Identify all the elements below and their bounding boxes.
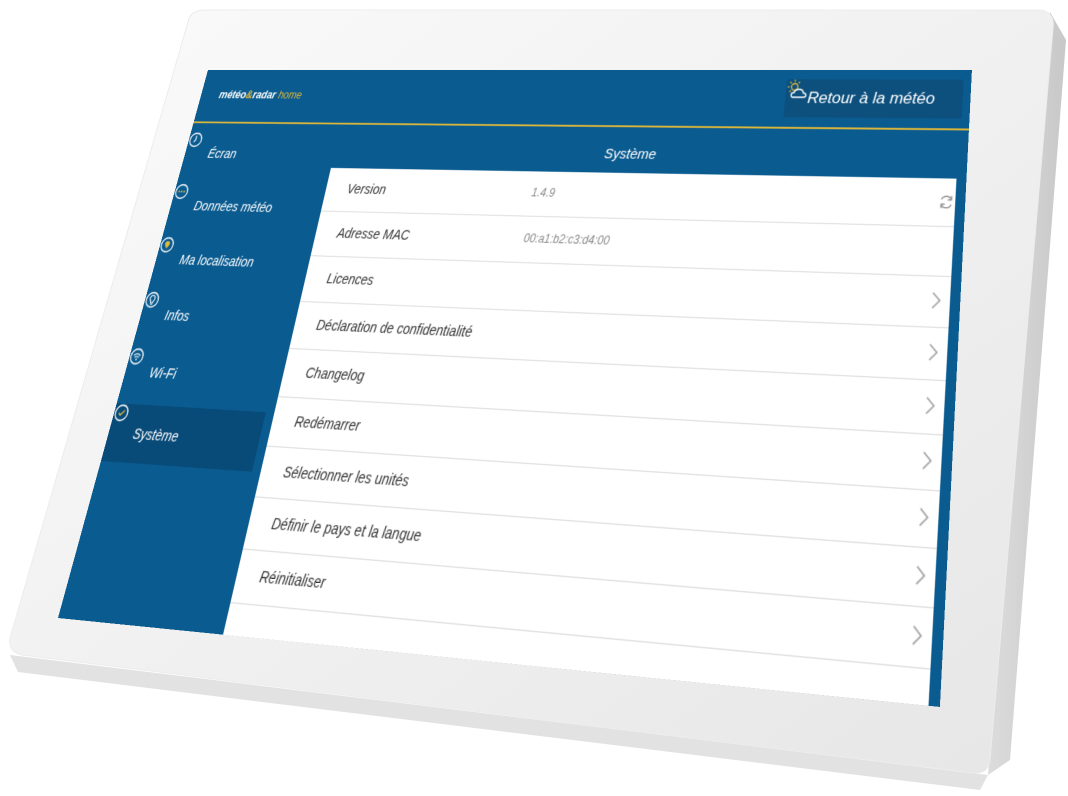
sidebar-item-label: Wi-Fi bbox=[147, 364, 179, 382]
back-to-weather-button[interactable]: Retour à la météo bbox=[783, 79, 964, 119]
system-settings-panel: Système Version 1.4.9 Adresse MAC 00:a1:… bbox=[223, 131, 959, 706]
sidebar-item-donnees-meteo[interactable]: Données météo bbox=[165, 183, 319, 231]
mac-address-value: 00:a1:b2:c3:d4:00 bbox=[522, 231, 611, 248]
device-screen: météo&radar home Retour à la météo Écran… bbox=[57, 69, 972, 707]
version-value: 1.4.9 bbox=[530, 185, 557, 200]
brand-text-home: home bbox=[274, 88, 304, 102]
tablet-device: météo&radar home Retour à la météo Écran… bbox=[0, 0, 1068, 796]
app-header: météo&radar home Retour à la météo bbox=[193, 69, 972, 131]
row-label: Adresse MAC bbox=[335, 225, 412, 243]
row-label: Sélectionner les unités bbox=[281, 463, 411, 490]
sidebar-item-label: Système bbox=[131, 425, 181, 445]
sidebar-item-ecran[interactable]: Écran bbox=[179, 132, 330, 177]
sidebar-item-label: Données météo bbox=[192, 198, 275, 215]
sidebar-item-wifi[interactable]: Wi-Fi bbox=[119, 347, 279, 404]
sidebar-item-label: Écran bbox=[206, 146, 239, 161]
row-label: Définir le pays et la langue bbox=[269, 514, 423, 545]
brand-text-radar: radar bbox=[251, 88, 278, 102]
row-label: Licences bbox=[325, 270, 376, 288]
brand-logo: météo&radar home bbox=[218, 89, 303, 101]
sidebar-item-systeme[interactable]: Système bbox=[100, 403, 266, 472]
sidebar-item-label: Infos bbox=[162, 307, 192, 324]
brand-text-meteo: météo bbox=[217, 88, 248, 101]
sidebar-item-infos[interactable]: Infos bbox=[135, 291, 293, 345]
row-label: Déclaration de confidentialité bbox=[314, 316, 474, 340]
back-to-weather-label: Retour à la météo bbox=[806, 88, 936, 108]
sidebar-item-label: Ma localisation bbox=[177, 251, 256, 270]
row-label: Redémarrer bbox=[293, 413, 362, 435]
sidebar-item-ma-localisation[interactable]: Ma localisation bbox=[150, 236, 306, 287]
row-label: Réinitialiser bbox=[257, 567, 328, 592]
row-label: Version bbox=[345, 181, 388, 197]
row-label: Changelog bbox=[304, 364, 366, 384]
